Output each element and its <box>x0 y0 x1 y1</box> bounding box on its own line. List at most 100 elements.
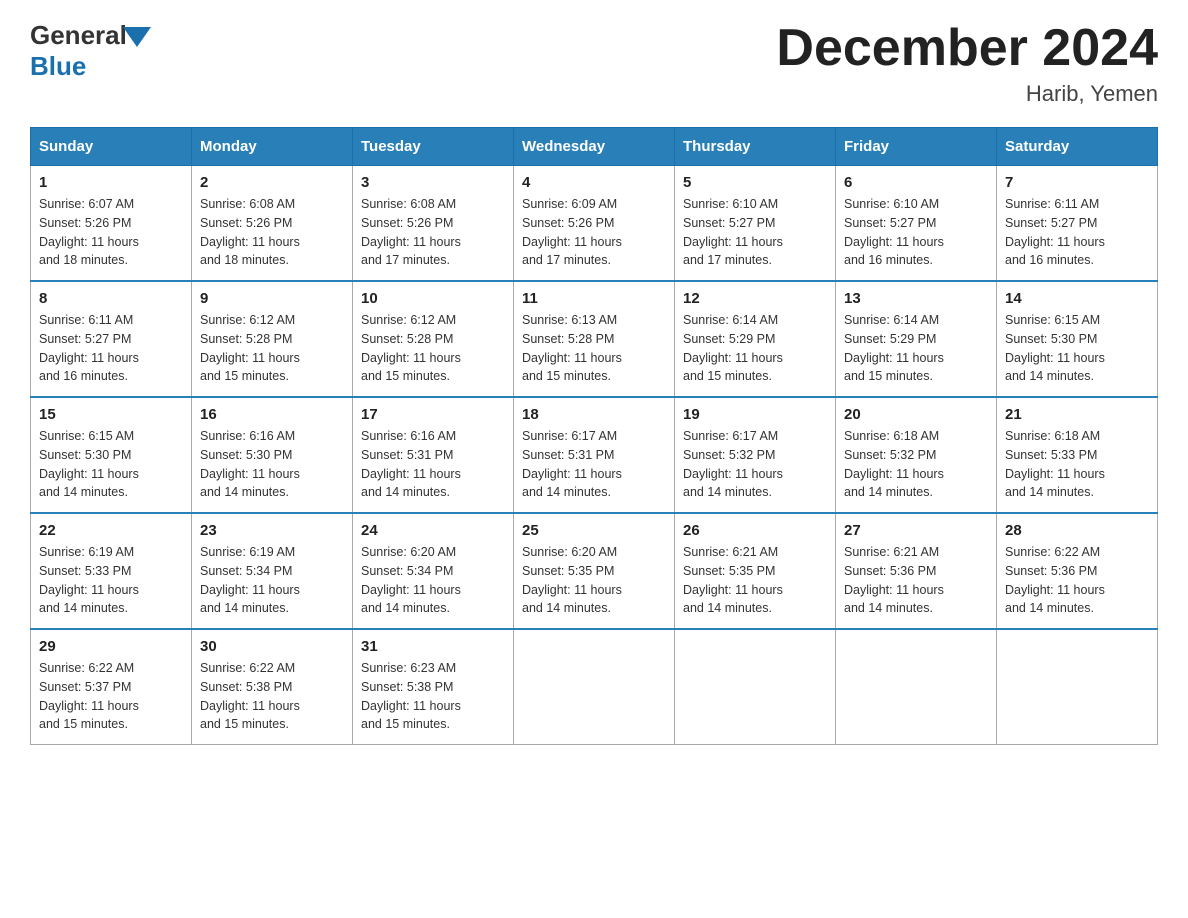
day-number: 4 <box>522 174 666 191</box>
calendar-cell: 22 Sunrise: 6:19 AMSunset: 5:33 PMDayligh… <box>31 513 192 629</box>
calendar-cell: 9 Sunrise: 6:12 AMSunset: 5:28 PMDaylight… <box>192 281 353 397</box>
day-info: Sunrise: 6:12 AMSunset: 5:28 PMDaylight:… <box>200 311 344 386</box>
calendar-cell <box>514 629 675 745</box>
day-info: Sunrise: 6:23 AMSunset: 5:38 PMDaylight:… <box>361 659 505 734</box>
day-number: 25 <box>522 522 666 539</box>
header-saturday: Saturday <box>997 128 1158 166</box>
day-info: Sunrise: 6:14 AMSunset: 5:29 PMDaylight:… <box>683 311 827 386</box>
calendar-cell: 27Sunrise: 6:21 AMSunset: 5:36 PMDayligh… <box>836 513 997 629</box>
calendar-table: SundayMondayTuesdayWednesdayThursdayFrid… <box>30 127 1158 745</box>
day-number: 20 <box>844 406 988 423</box>
logo-blue: Blue <box>30 51 86 82</box>
day-info: Sunrise: 6:20 AMSunset: 5:35 PMDaylight:… <box>522 543 666 618</box>
calendar-cell: 11Sunrise: 6:13 AMSunset: 5:28 PMDayligh… <box>514 281 675 397</box>
header-monday: Monday <box>192 128 353 166</box>
day-info: Sunrise: 6:16 AMSunset: 5:31 PMDaylight:… <box>361 427 505 502</box>
day-number: 3 <box>361 174 505 191</box>
logo: General Blue <box>30 20 151 82</box>
calendar-cell: 28 Sunrise: 6:22 AMSunset: 5:36 PMDayligh… <box>997 513 1158 629</box>
calendar-cell: 29Sunrise: 6:22 AMSunset: 5:37 PMDayligh… <box>31 629 192 745</box>
day-number: 9 <box>200 290 344 307</box>
day-number: 1 <box>39 174 183 191</box>
page-subtitle: Harib, Yemen <box>776 81 1158 107</box>
week-row-2: 8 Sunrise: 6:11 AMSunset: 5:27 PMDaylight… <box>31 281 1158 397</box>
day-number: 28 <box>1005 522 1149 539</box>
day-info: Sunrise: 6:10 AMSunset: 5:27 PMDaylight:… <box>683 195 827 270</box>
calendar-cell: 1Sunrise: 6:07 AMSunset: 5:26 PMDaylight… <box>31 166 192 282</box>
day-info: Sunrise: 6:08 AMSunset: 5:26 PMDaylight:… <box>361 195 505 270</box>
header-wednesday: Wednesday <box>514 128 675 166</box>
day-number: 24 <box>361 522 505 539</box>
header-row: SundayMondayTuesdayWednesdayThursdayFrid… <box>31 128 1158 166</box>
calendar-body: 1Sunrise: 6:07 AMSunset: 5:26 PMDaylight… <box>31 166 1158 745</box>
calendar-cell: 8 Sunrise: 6:11 AMSunset: 5:27 PMDaylight… <box>31 281 192 397</box>
calendar-cell: 12 Sunrise: 6:14 AMSunset: 5:29 PMDayligh… <box>675 281 836 397</box>
day-info: Sunrise: 6:09 AMSunset: 5:26 PMDaylight:… <box>522 195 666 270</box>
calendar-cell: 24 Sunrise: 6:20 AMSunset: 5:34 PMDayligh… <box>353 513 514 629</box>
day-number: 15 <box>39 406 183 423</box>
day-number: 14 <box>1005 290 1149 307</box>
calendar-cell: 4 Sunrise: 6:09 AMSunset: 5:26 PMDaylight… <box>514 166 675 282</box>
day-info: Sunrise: 6:19 AMSunset: 5:34 PMDaylight:… <box>200 543 344 618</box>
logo-triangle-icon <box>123 27 151 47</box>
header-sunday: Sunday <box>31 128 192 166</box>
calendar-cell: 19 Sunrise: 6:17 AMSunset: 5:32 PMDayligh… <box>675 397 836 513</box>
day-number: 10 <box>361 290 505 307</box>
day-info: Sunrise: 6:15 AMSunset: 5:30 PMDaylight:… <box>39 427 183 502</box>
calendar-cell: 25 Sunrise: 6:20 AMSunset: 5:35 PMDayligh… <box>514 513 675 629</box>
calendar-cell: 31 Sunrise: 6:23 AMSunset: 5:38 PMDayligh… <box>353 629 514 745</box>
header-thursday: Thursday <box>675 128 836 166</box>
calendar-cell: 5 Sunrise: 6:10 AMSunset: 5:27 PMDaylight… <box>675 166 836 282</box>
day-number: 8 <box>39 290 183 307</box>
day-info: Sunrise: 6:13 AMSunset: 5:28 PMDaylight:… <box>522 311 666 386</box>
day-info: Sunrise: 6:11 AMSunset: 5:27 PMDaylight:… <box>39 311 183 386</box>
day-info: Sunrise: 6:08 AMSunset: 5:26 PMDaylight:… <box>200 195 344 270</box>
day-number: 18 <box>522 406 666 423</box>
logo-icon: General Blue <box>30 20 151 82</box>
calendar-cell: 15 Sunrise: 6:15 AMSunset: 5:30 PMDayligh… <box>31 397 192 513</box>
calendar-cell: 13Sunrise: 6:14 AMSunset: 5:29 PMDayligh… <box>836 281 997 397</box>
calendar-cell: 3 Sunrise: 6:08 AMSunset: 5:26 PMDaylight… <box>353 166 514 282</box>
day-info: Sunrise: 6:18 AMSunset: 5:33 PMDaylight:… <box>1005 427 1149 502</box>
header-tuesday: Tuesday <box>353 128 514 166</box>
day-info: Sunrise: 6:11 AMSunset: 5:27 PMDaylight:… <box>1005 195 1149 270</box>
week-row-1: 1Sunrise: 6:07 AMSunset: 5:26 PMDaylight… <box>31 166 1158 282</box>
week-row-5: 29Sunrise: 6:22 AMSunset: 5:37 PMDayligh… <box>31 629 1158 745</box>
day-info: Sunrise: 6:19 AMSunset: 5:33 PMDaylight:… <box>39 543 183 618</box>
day-info: Sunrise: 6:21 AMSunset: 5:35 PMDaylight:… <box>683 543 827 618</box>
day-number: 12 <box>683 290 827 307</box>
day-info: Sunrise: 6:17 AMSunset: 5:32 PMDaylight:… <box>683 427 827 502</box>
calendar-cell: 2Sunrise: 6:08 AMSunset: 5:26 PMDaylight… <box>192 166 353 282</box>
day-number: 29 <box>39 638 183 655</box>
day-info: Sunrise: 6:18 AMSunset: 5:32 PMDaylight:… <box>844 427 988 502</box>
day-info: Sunrise: 6:17 AMSunset: 5:31 PMDaylight:… <box>522 427 666 502</box>
day-number: 5 <box>683 174 827 191</box>
day-number: 19 <box>683 406 827 423</box>
calendar-cell: 23 Sunrise: 6:19 AMSunset: 5:34 PMDayligh… <box>192 513 353 629</box>
logo-general: General <box>30 20 127 51</box>
calendar-cell: 30 Sunrise: 6:22 AMSunset: 5:38 PMDayligh… <box>192 629 353 745</box>
day-info: Sunrise: 6:15 AMSunset: 5:30 PMDaylight:… <box>1005 311 1149 386</box>
day-info: Sunrise: 6:16 AMSunset: 5:30 PMDaylight:… <box>200 427 344 502</box>
page-title: December 2024 <box>776 20 1158 77</box>
day-number: 17 <box>361 406 505 423</box>
calendar-cell <box>997 629 1158 745</box>
day-info: Sunrise: 6:12 AMSunset: 5:28 PMDaylight:… <box>361 311 505 386</box>
calendar-cell <box>836 629 997 745</box>
calendar-cell: 16Sunrise: 6:16 AMSunset: 5:30 PMDayligh… <box>192 397 353 513</box>
day-info: Sunrise: 6:22 AMSunset: 5:36 PMDaylight:… <box>1005 543 1149 618</box>
calendar-cell: 10 Sunrise: 6:12 AMSunset: 5:28 PMDayligh… <box>353 281 514 397</box>
day-info: Sunrise: 6:20 AMSunset: 5:34 PMDaylight:… <box>361 543 505 618</box>
calendar-cell <box>675 629 836 745</box>
day-number: 13 <box>844 290 988 307</box>
day-number: 23 <box>200 522 344 539</box>
day-number: 22 <box>39 522 183 539</box>
week-row-4: 22 Sunrise: 6:19 AMSunset: 5:33 PMDayligh… <box>31 513 1158 629</box>
calendar-header: SundayMondayTuesdayWednesdayThursdayFrid… <box>31 128 1158 166</box>
header-friday: Friday <box>836 128 997 166</box>
day-number: 30 <box>200 638 344 655</box>
calendar-cell: 21Sunrise: 6:18 AMSunset: 5:33 PMDayligh… <box>997 397 1158 513</box>
day-number: 31 <box>361 638 505 655</box>
day-info: Sunrise: 6:22 AMSunset: 5:38 PMDaylight:… <box>200 659 344 734</box>
day-number: 7 <box>1005 174 1149 191</box>
